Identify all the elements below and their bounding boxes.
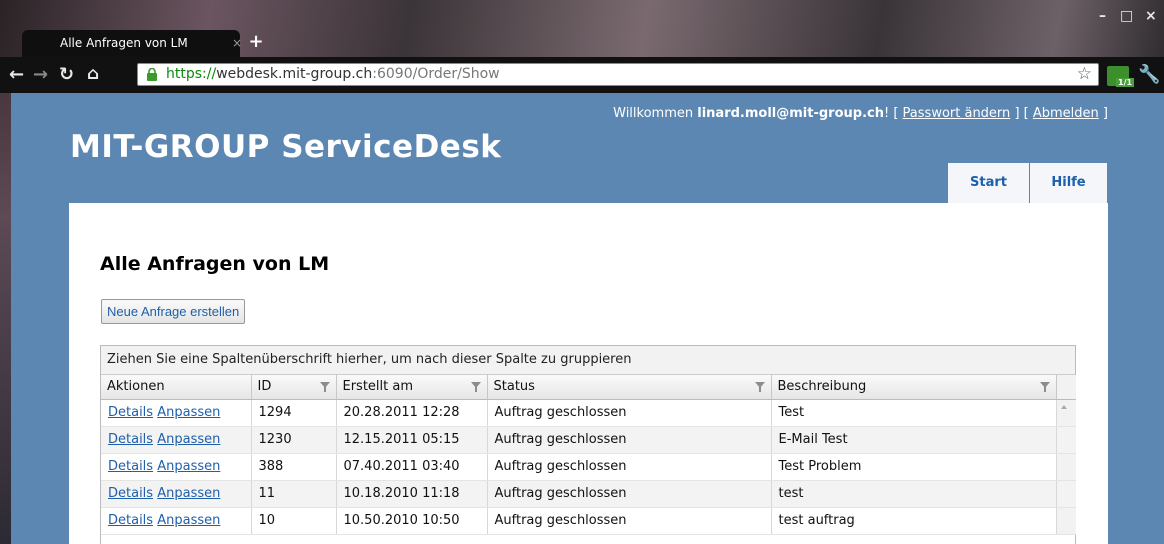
details-link[interactable]: Details — [108, 513, 153, 528]
filter-icon[interactable] — [754, 382, 765, 392]
table-row: Details Anpassen 1230 12.15.2011 05:15 A… — [101, 426, 1076, 454]
change-password-link[interactable]: Passwort ändern — [903, 106, 1011, 121]
details-link[interactable]: Details — [108, 459, 153, 474]
cell-id: 388 — [251, 453, 337, 481]
main-content: Alle Anfragen von LM Neue Anfrage erstel… — [69, 203, 1108, 544]
edit-link[interactable]: Anpassen — [157, 486, 220, 501]
scrollbar-track[interactable] — [1056, 480, 1076, 508]
page-title: Alle Anfragen von LM — [100, 253, 330, 275]
cell-created: 20.28.2011 12:28 — [336, 399, 488, 427]
bracket-end: ] — [1102, 106, 1108, 121]
url-scheme: https:// — [166, 66, 217, 82]
cell-status: Auftrag geschlossen — [487, 399, 772, 427]
cell-created: 12.15.2011 05:15 — [336, 426, 488, 454]
filter-icon[interactable] — [1039, 382, 1050, 392]
logout-link[interactable]: Abmelden — [1033, 106, 1099, 121]
group-drop-area[interactable]: Ziehen Sie eine Spaltenüberschrift hierh… — [101, 346, 1075, 375]
column-header-description[interactable]: Beschreibung — [771, 375, 1057, 400]
lock-icon — [147, 68, 157, 81]
details-link[interactable]: Details — [108, 486, 153, 501]
close-window-icon[interactable]: × — [1145, 8, 1157, 24]
welcome-text: Willkommen — [613, 106, 694, 121]
bracket-text: ! [ — [883, 106, 899, 121]
user-name: linard.moll@mit-group.ch — [697, 106, 884, 121]
wrench-menu-icon[interactable]: 🔧 — [1138, 64, 1160, 85]
cell-created: 07.40.2011 03:40 — [336, 453, 488, 481]
cell-id: 1294 — [251, 399, 337, 427]
edit-link[interactable]: Anpassen — [157, 459, 220, 474]
cell-created: 10.18.2010 11:18 — [336, 480, 488, 508]
welcome-bar: Willkommen linard.moll@mit-group.ch! [ P… — [613, 106, 1108, 121]
table-row: Details Anpassen 11 10.18.2010 11:18 Auf… — [101, 480, 1076, 508]
filter-icon[interactable] — [470, 382, 481, 392]
browser-chrome: Alle Anfragen von LM × + – □ × ← → ↻ ⌂ h… — [0, 0, 1164, 93]
cell-id: 10 — [251, 507, 337, 535]
reload-icon[interactable]: ↻ — [59, 65, 74, 85]
forward-icon[interactable]: → — [33, 65, 48, 85]
browser-tab[interactable]: Alle Anfragen von LM × — [22, 30, 242, 57]
scrollbar-header — [1056, 375, 1076, 400]
site-title: MIT-GROUP ServiceDesk — [70, 129, 502, 165]
cell-description: Test — [771, 399, 1057, 427]
requests-grid: Ziehen Sie eine Spaltenüberschrift hierh… — [100, 345, 1076, 544]
details-link[interactable]: Details — [108, 405, 153, 420]
nav-start-tab[interactable]: Start — [948, 163, 1030, 203]
table-header-row: Aktionen ID Erstellt am Status Beschreib… — [101, 375, 1076, 400]
new-request-button[interactable]: Neue Anfrage erstellen — [101, 299, 246, 324]
scrollbar-track[interactable] — [1056, 453, 1076, 481]
table-row: Details Anpassen 1294 20.28.2011 12:28 A… — [101, 399, 1076, 427]
cell-status: Auftrag geschlossen — [487, 507, 772, 535]
cell-description: test — [771, 480, 1057, 508]
cell-created: 10.50.2010 10:50 — [336, 507, 488, 535]
bookmark-star-icon[interactable]: ☆ — [1077, 64, 1092, 85]
main-nav: Start Hilfe — [948, 163, 1108, 203]
cell-id: 11 — [251, 480, 337, 508]
scrollbar-track[interactable] — [1056, 399, 1076, 427]
details-link[interactable]: Details — [108, 432, 153, 447]
tab-close-icon[interactable]: × — [232, 36, 242, 50]
tab-title: Alle Anfragen von LM — [60, 36, 188, 50]
cell-status: Auftrag geschlossen — [487, 453, 772, 481]
cell-description: test auftrag — [771, 507, 1057, 535]
table-row: Details Anpassen 10 10.50.2010 10:50 Auf… — [101, 507, 1076, 535]
cell-status: Auftrag geschlossen — [487, 426, 772, 454]
edit-link[interactable]: Anpassen — [157, 405, 220, 420]
edit-link[interactable]: Anpassen — [157, 513, 220, 528]
column-header-actions[interactable]: Aktionen — [101, 375, 252, 400]
column-header-status[interactable]: Status — [487, 375, 772, 400]
edit-link[interactable]: Anpassen — [157, 432, 220, 447]
back-icon[interactable]: ← — [9, 65, 24, 85]
url-host: webdesk.mit-group.ch — [216, 66, 373, 82]
cell-status: Auftrag geschlossen — [487, 480, 772, 508]
extension-badge: 1/1 — [1116, 78, 1135, 87]
column-header-created[interactable]: Erstellt am — [336, 375, 488, 400]
bracket-separator: ] [ — [1014, 106, 1029, 121]
cell-id: 1230 — [251, 426, 337, 454]
scroll-up-icon[interactable] — [1061, 405, 1067, 409]
web-page: Willkommen linard.moll@mit-group.ch! [ P… — [11, 93, 1164, 544]
requests-table: Aktionen ID Erstellt am Status Beschreib… — [101, 375, 1076, 535]
address-bar[interactable]: https://webdesk.mit-group.ch:6090/Order/… — [137, 63, 1099, 86]
scrollbar-track[interactable] — [1056, 507, 1076, 535]
table-row: Details Anpassen 388 07.40.2011 03:40 Au… — [101, 453, 1076, 481]
cell-description: Test Problem — [771, 453, 1057, 481]
url-path: :6090/Order/Show — [372, 66, 500, 82]
new-tab-button[interactable]: + — [244, 32, 268, 52]
nav-help-tab[interactable]: Hilfe — [1030, 163, 1108, 203]
filter-icon[interactable] — [319, 382, 330, 392]
minimize-icon[interactable]: – — [1099, 8, 1106, 24]
cell-description: E-Mail Test — [771, 426, 1057, 454]
column-header-id[interactable]: ID — [251, 375, 337, 400]
scrollbar-track[interactable] — [1056, 426, 1076, 454]
home-icon[interactable]: ⌂ — [87, 64, 99, 84]
maximize-icon[interactable]: □ — [1120, 8, 1133, 24]
